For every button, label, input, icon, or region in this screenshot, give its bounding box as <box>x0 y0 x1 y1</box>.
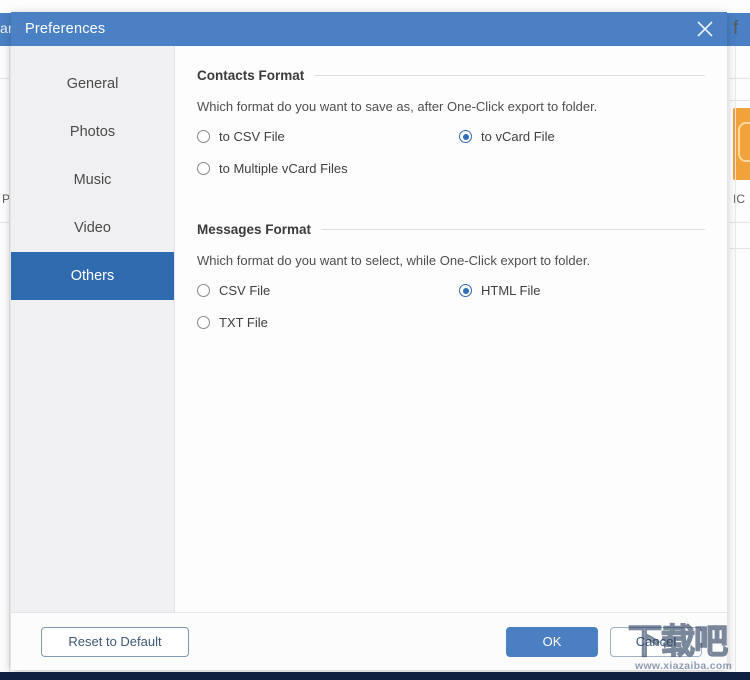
preferences-content: Contacts Format Which format do you want… <box>175 46 727 612</box>
radio-label: to vCard File <box>481 129 555 144</box>
dialog-title: Preferences <box>25 21 105 37</box>
dialog-titlebar: Preferences <box>11 12 727 46</box>
preferences-sidebar: General Photos Music Video Others <box>11 46 175 612</box>
bottom-strip <box>0 672 750 680</box>
radio-to-csv-file[interactable]: to CSV File <box>197 129 459 144</box>
preferences-dialog: Preferences General Photos Music Vide <box>11 12 727 670</box>
radio-csv-file[interactable]: CSV File <box>197 283 459 298</box>
radio-label: HTML File <box>481 283 540 298</box>
radio-mark-icon <box>197 316 210 329</box>
section-title: Contacts Format <box>197 68 304 83</box>
radio-html-file[interactable]: HTML File <box>459 283 705 298</box>
radio-label: to CSV File <box>219 129 285 144</box>
sidebar-item-label: Photos <box>70 124 115 140</box>
sidebar-item-video[interactable]: Video <box>11 204 174 252</box>
sidebar-item-general[interactable]: General <box>11 60 174 108</box>
sidebar-item-label: General <box>67 76 119 92</box>
radio-mark-icon <box>197 162 210 175</box>
radio-label: to Multiple vCard Files <box>219 161 348 176</box>
ok-button[interactable]: OK <box>506 627 598 657</box>
background-divider <box>735 46 736 672</box>
radio-mark-selected-icon <box>459 130 472 143</box>
radio-to-multiple-vcard-files[interactable]: to Multiple vCard Files <box>197 161 459 176</box>
sidebar-item-music[interactable]: Music <box>11 156 174 204</box>
cancel-button[interactable]: Cancel <box>610 627 702 657</box>
radio-label: CSV File <box>219 283 270 298</box>
reset-to-default-button[interactable]: Reset to Default <box>41 627 189 657</box>
sidebar-item-label: Music <box>74 172 112 188</box>
background-divider <box>9 46 10 672</box>
footer-actions: OK Cancel <box>506 627 702 657</box>
section-spacer <box>197 182 705 214</box>
section-description: Which format do you want to save as, aft… <box>197 99 705 114</box>
sidebar-item-label: Others <box>71 268 115 284</box>
dialog-body: General Photos Music Video Others Contac… <box>11 46 727 612</box>
background-divider <box>730 100 750 101</box>
background-divider <box>730 222 750 223</box>
sidebar-item-others[interactable]: Others <box>11 252 174 300</box>
radio-mark-selected-icon <box>459 284 472 297</box>
section-messages-format: Messages Format Which format do you want… <box>197 222 705 330</box>
close-icon <box>695 19 715 39</box>
grid-filler <box>459 161 705 176</box>
grid-filler <box>459 315 705 330</box>
sidebar-item-label: Video <box>74 220 111 236</box>
radio-to-vcard-file[interactable]: to vCard File <box>459 129 705 144</box>
background-right-text: f <box>733 18 738 40</box>
section-description: Which format do you want to select, whil… <box>197 253 705 268</box>
dialog-footer: Reset to Default OK Cancel <box>11 612 727 670</box>
sidebar-item-photos[interactable]: Photos <box>11 108 174 156</box>
section-divider <box>321 229 705 230</box>
section-contacts-format: Contacts Format Which format do you want… <box>197 68 705 176</box>
radio-label: TXT File <box>219 315 268 330</box>
close-button[interactable] <box>683 12 727 46</box>
radio-mark-icon <box>197 284 210 297</box>
section-header: Messages Format <box>197 222 705 237</box>
contacts-format-options: to CSV File to vCard File to Multiple vC… <box>197 129 705 176</box>
messages-format-options: CSV File HTML File TXT File <box>197 283 705 330</box>
section-divider <box>314 75 705 76</box>
section-header: Contacts Format <box>197 68 705 83</box>
background-divider <box>730 248 750 249</box>
radio-txt-file[interactable]: TXT File <box>197 315 459 330</box>
radio-mark-icon <box>197 130 210 143</box>
background-orange-card-icon <box>738 122 750 162</box>
section-title: Messages Format <box>197 222 311 237</box>
background-divider <box>730 78 750 79</box>
